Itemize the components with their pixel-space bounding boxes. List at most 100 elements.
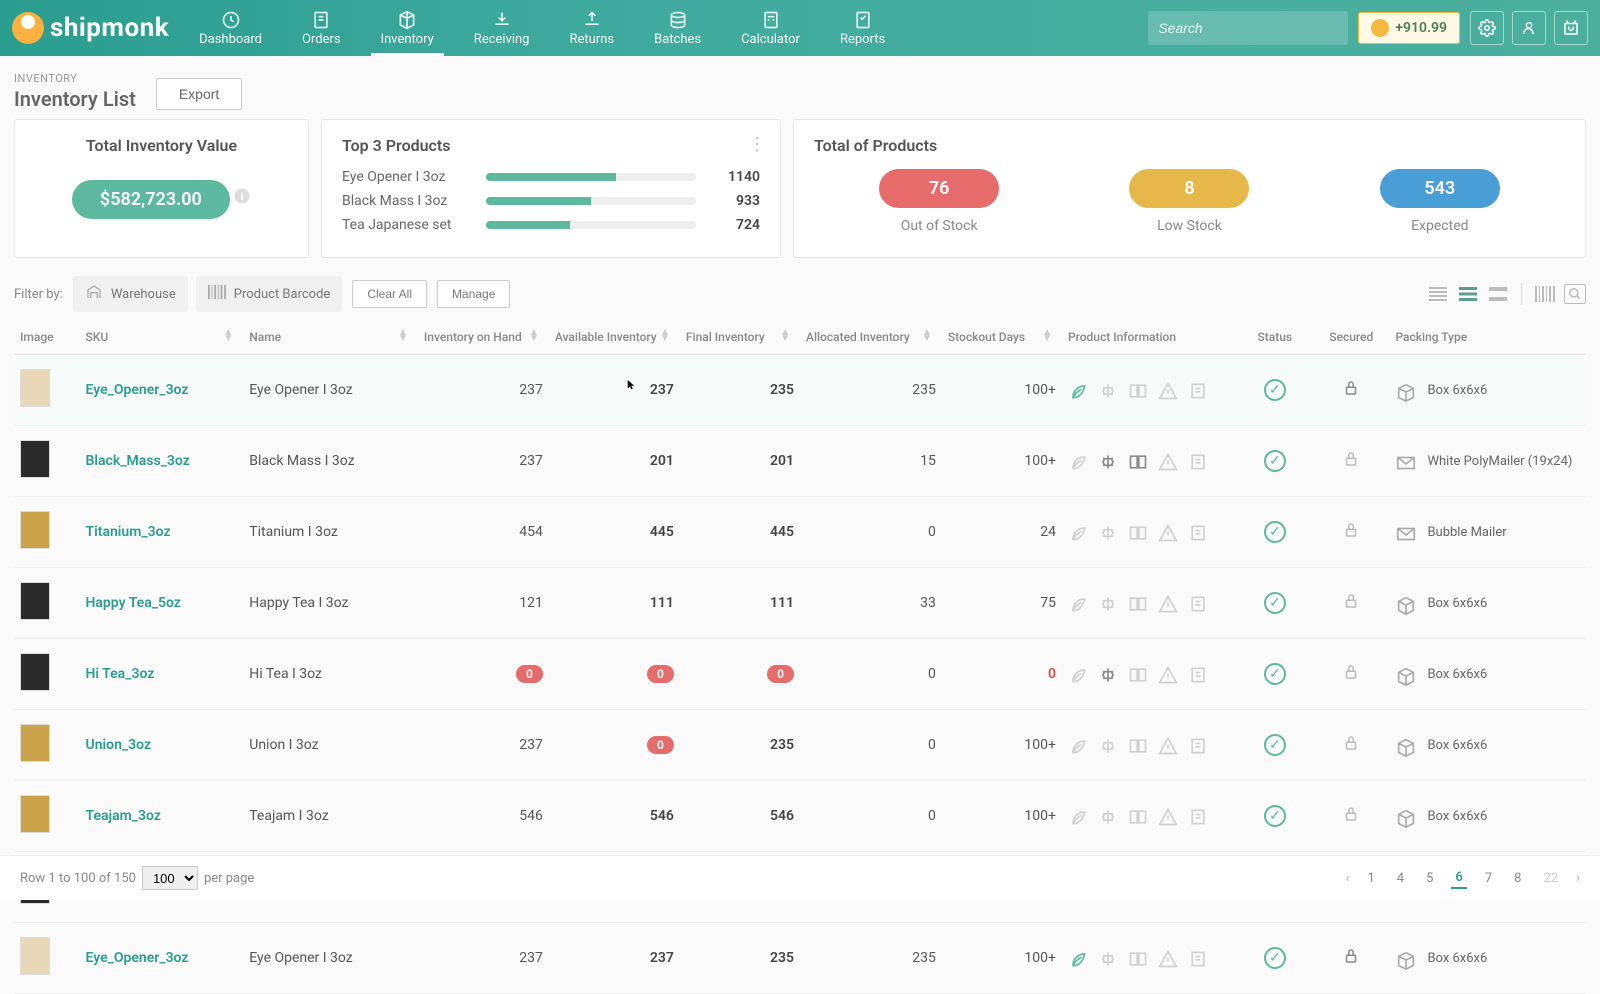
warning-icon[interactable]: [1158, 665, 1178, 683]
lock-icon[interactable]: [1342, 528, 1360, 544]
nav-item-returns[interactable]: Returns: [569, 10, 614, 47]
view-compact-icon[interactable]: [1427, 284, 1449, 304]
catalog-icon[interactable]: [1128, 594, 1148, 612]
organic-icon[interactable]: [1068, 807, 1088, 825]
page-7[interactable]: 7: [1481, 869, 1496, 888]
note-icon[interactable]: [1188, 452, 1208, 470]
bundle-icon[interactable]: [1098, 523, 1118, 541]
col-allocated-inventory[interactable]: Allocated Inventory▲▼: [800, 320, 942, 355]
warning-icon[interactable]: [1158, 523, 1178, 541]
total-expected[interactable]: 543Expected: [1380, 169, 1500, 234]
organic-icon[interactable]: [1068, 452, 1088, 470]
warning-icon[interactable]: [1158, 807, 1178, 825]
catalog-icon[interactable]: [1128, 736, 1148, 754]
user-button[interactable]: [1512, 11, 1546, 45]
nav-item-orders[interactable]: Orders: [302, 10, 341, 47]
bundle-icon[interactable]: [1098, 949, 1118, 967]
search-input[interactable]: [1158, 20, 1340, 36]
note-icon[interactable]: [1188, 594, 1208, 612]
col-inventory-on-hand[interactable]: Inventory on Hand▲▼: [418, 320, 549, 355]
table-row[interactable]: Hi Tea_3oz Hi Tea I 3oz 0 0 0 0 0 ✓ Box …: [14, 639, 1586, 710]
filter-chip-warehouse[interactable]: Warehouse: [73, 276, 188, 312]
sku-link[interactable]: Union_3oz: [86, 737, 152, 753]
lock-icon[interactable]: [1342, 741, 1360, 757]
page-6[interactable]: 6: [1451, 868, 1466, 889]
lock-icon[interactable]: [1342, 812, 1360, 828]
search-table-button[interactable]: [1564, 284, 1586, 304]
view-normal-icon[interactable]: [1457, 284, 1479, 304]
nav-item-reports[interactable]: Reports: [840, 10, 885, 47]
per-page-select[interactable]: 100: [142, 866, 198, 890]
lock-icon[interactable]: [1342, 457, 1360, 473]
bundle-icon[interactable]: [1098, 452, 1118, 470]
warning-icon[interactable]: [1158, 736, 1178, 754]
catalog-icon[interactable]: [1128, 665, 1148, 683]
filter-chip-product-barcode[interactable]: Product Barcode: [196, 276, 343, 312]
col-sku[interactable]: SKU▲▼: [80, 320, 244, 355]
sku-link[interactable]: Teajam_3oz: [86, 808, 161, 824]
sku-link[interactable]: Happy Tea_5oz: [86, 595, 181, 611]
bundle-icon[interactable]: [1098, 381, 1118, 399]
nav-item-batches[interactable]: Batches: [654, 10, 701, 47]
logo[interactable]: shipmonk: [12, 12, 169, 44]
organic-icon[interactable]: [1068, 523, 1088, 541]
organic-icon[interactable]: [1068, 594, 1088, 612]
warning-icon[interactable]: [1158, 949, 1178, 967]
barcode-icon[interactable]: [1534, 284, 1556, 304]
sku-link[interactable]: Black_Mass_3oz: [86, 453, 190, 469]
export-button[interactable]: Export: [156, 78, 242, 110]
info-icon[interactable]: i: [233, 187, 251, 209]
cart-button[interactable]: [1554, 11, 1588, 45]
organic-icon[interactable]: [1068, 665, 1088, 683]
catalog-icon[interactable]: [1128, 381, 1148, 399]
nav-item-dashboard[interactable]: Dashboard: [199, 10, 262, 47]
col-final-inventory[interactable]: Final Inventory▲▼: [680, 320, 800, 355]
catalog-icon[interactable]: [1128, 807, 1148, 825]
table-row[interactable]: Titanium_3oz Titanium I 3oz 454 445 445 …: [14, 497, 1586, 568]
warning-icon[interactable]: [1158, 452, 1178, 470]
note-icon[interactable]: [1188, 665, 1208, 683]
page-5[interactable]: 5: [1422, 869, 1437, 888]
page-4[interactable]: 4: [1393, 869, 1408, 888]
settings-button[interactable]: [1470, 11, 1504, 45]
table-row[interactable]: Happy Tea_5oz Happy Tea I 3oz 121 111 11…: [14, 568, 1586, 639]
view-wide-icon[interactable]: [1487, 284, 1509, 304]
note-icon[interactable]: [1188, 523, 1208, 541]
lock-icon[interactable]: [1342, 954, 1360, 970]
catalog-icon[interactable]: [1128, 523, 1148, 541]
note-icon[interactable]: [1188, 949, 1208, 967]
sku-link[interactable]: Hi Tea_3oz: [86, 666, 155, 682]
lock-icon[interactable]: [1342, 599, 1360, 615]
col-stockout-days[interactable]: Stockout Days▲▼: [942, 320, 1062, 355]
nav-item-calculator[interactable]: Calculator: [741, 10, 800, 47]
note-icon[interactable]: [1188, 381, 1208, 399]
page-8[interactable]: 8: [1510, 869, 1525, 888]
warning-icon[interactable]: [1158, 381, 1178, 399]
credit-badge[interactable]: +910.99: [1358, 12, 1460, 44]
col-name[interactable]: Name▲▼: [243, 320, 418, 355]
bundle-icon[interactable]: [1098, 594, 1118, 612]
sku-link[interactable]: Titanium_3oz: [86, 524, 171, 540]
catalog-icon[interactable]: [1128, 452, 1148, 470]
total-low-stock[interactable]: 8Low Stock: [1129, 169, 1249, 234]
table-row[interactable]: Eye_Opener_3oz Eye Opener I 3oz 237 237 …: [14, 923, 1586, 994]
bundle-icon[interactable]: [1098, 665, 1118, 683]
warning-icon[interactable]: [1158, 594, 1178, 612]
table-row[interactable]: Eye_Opener_3oz Eye Opener I 3oz 237 237 …: [14, 355, 1586, 426]
nav-item-inventory[interactable]: Inventory: [381, 10, 434, 47]
nav-item-receiving[interactable]: Receiving: [474, 10, 530, 47]
organic-icon[interactable]: [1068, 736, 1088, 754]
total-out-of-stock[interactable]: 76Out of Stock: [879, 169, 999, 234]
bundle-icon[interactable]: [1098, 736, 1118, 754]
page-1[interactable]: 1: [1363, 869, 1378, 888]
manage-button[interactable]: Manage: [437, 280, 510, 308]
table-row[interactable]: Teajam_3oz Teajam I 3oz 546 546 546 0 10…: [14, 781, 1586, 852]
lock-icon[interactable]: [1342, 386, 1360, 402]
more-button[interactable]: ⋮: [748, 134, 766, 155]
sku-link[interactable]: Eye_Opener_3oz: [86, 382, 189, 398]
clear-all-button[interactable]: Clear All: [352, 280, 427, 308]
sku-link[interactable]: Eye_Opener_3oz: [86, 950, 189, 966]
bundle-icon[interactable]: [1098, 807, 1118, 825]
lock-icon[interactable]: [1342, 670, 1360, 686]
search-box[interactable]: [1148, 11, 1348, 45]
